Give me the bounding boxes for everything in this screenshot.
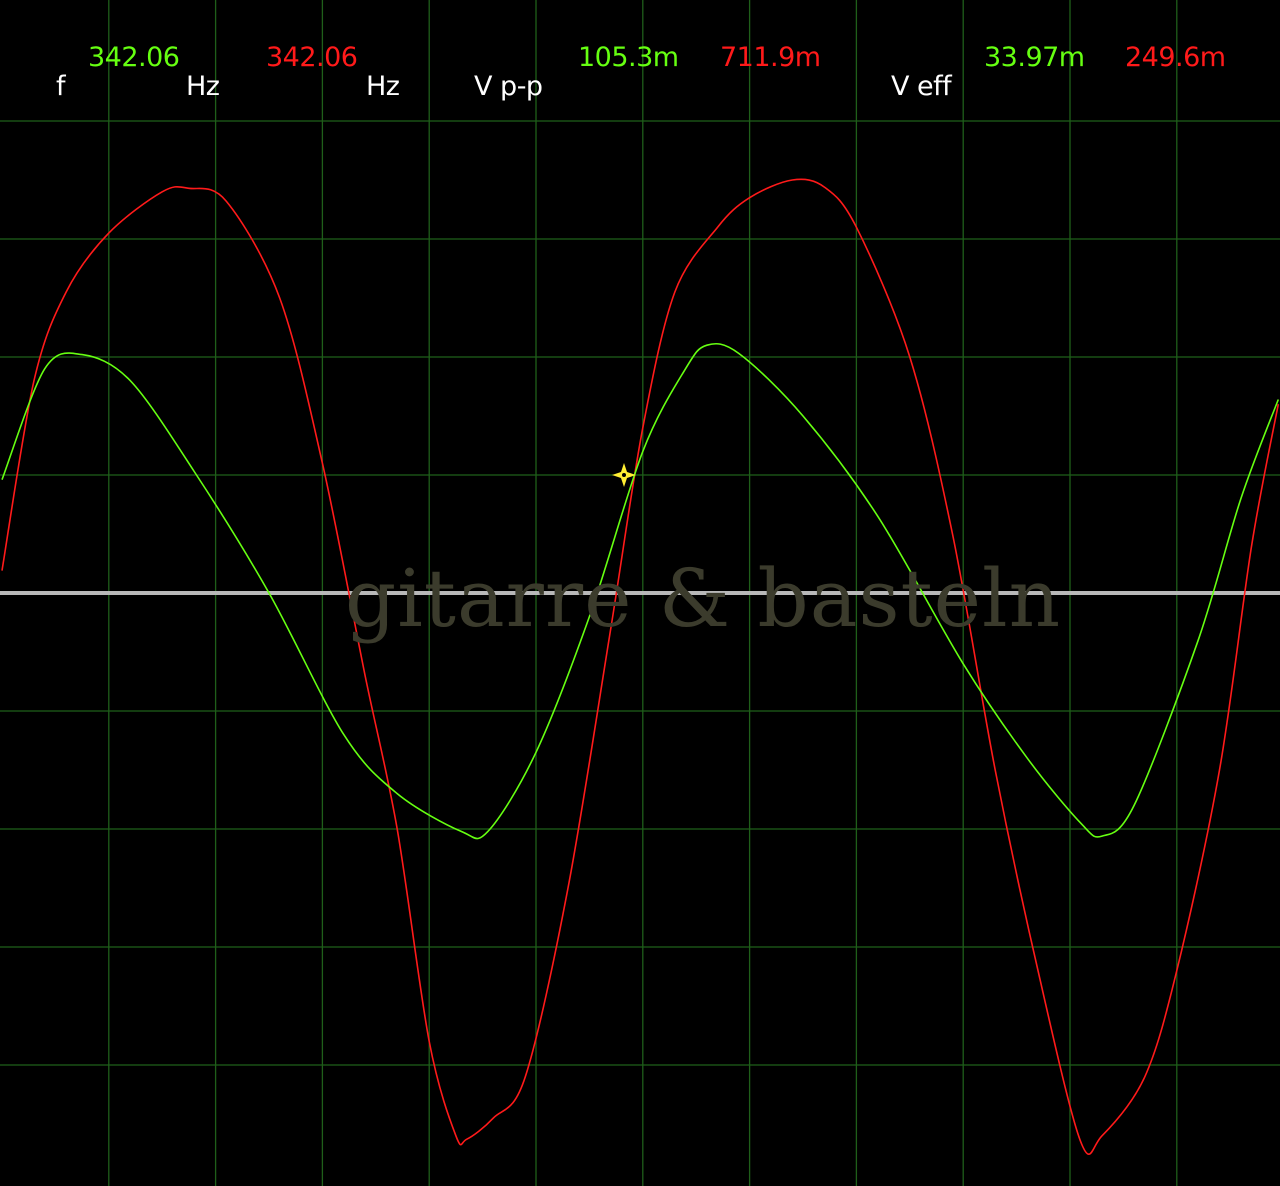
frequency-unit-ch1: Hz — [186, 71, 220, 102]
frequency-ch1-value: 342.06 — [88, 42, 180, 73]
frequency-label: f — [56, 71, 66, 102]
vpp-ch2-value: 711.9m — [720, 42, 821, 73]
frequency-unit-ch2: Hz — [366, 71, 400, 102]
watermark: gitarre & basteln — [345, 552, 1062, 645]
vpp-label: V p-p — [474, 71, 543, 102]
veff-ch1-value: 33.97m — [984, 42, 1085, 73]
cursor-center — [622, 473, 626, 477]
veff-label: V eff — [891, 71, 952, 102]
frequency-ch2-value: 342.06 — [266, 42, 358, 73]
vpp-ch1-value: 105.3m — [578, 42, 679, 73]
veff-ch2-value: 249.6m — [1125, 42, 1226, 73]
